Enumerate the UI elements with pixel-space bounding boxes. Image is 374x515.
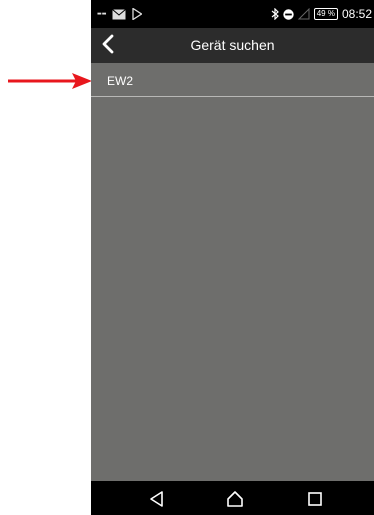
device-list-item[interactable]: EW2: [91, 63, 374, 97]
page-title: Gerät suchen: [190, 37, 275, 53]
device-name: EW2: [107, 74, 134, 88]
home-icon[interactable]: [225, 489, 245, 509]
app-bar: Gerät suchen: [91, 28, 374, 63]
notification-icon: ▬▬: [97, 10, 107, 17]
bluetooth-icon: [271, 8, 279, 20]
navigation-bar: [91, 481, 374, 515]
phone-screen: ▬▬ 49 % 08:52 Gerät suchen EW2: [91, 0, 374, 515]
recents-icon[interactable]: [305, 489, 325, 509]
signal-icon: [297, 8, 310, 20]
dnd-icon: [283, 8, 294, 20]
play-store-icon: [132, 8, 143, 20]
status-time: 08:52: [341, 7, 372, 21]
annotation-arrow-icon: [8, 73, 92, 89]
mail-icon: [112, 8, 127, 19]
back-triangle-icon[interactable]: [147, 489, 167, 509]
battery-indicator: 49 %: [313, 8, 338, 20]
status-bar: ▬▬ 49 % 08:52: [91, 0, 374, 28]
